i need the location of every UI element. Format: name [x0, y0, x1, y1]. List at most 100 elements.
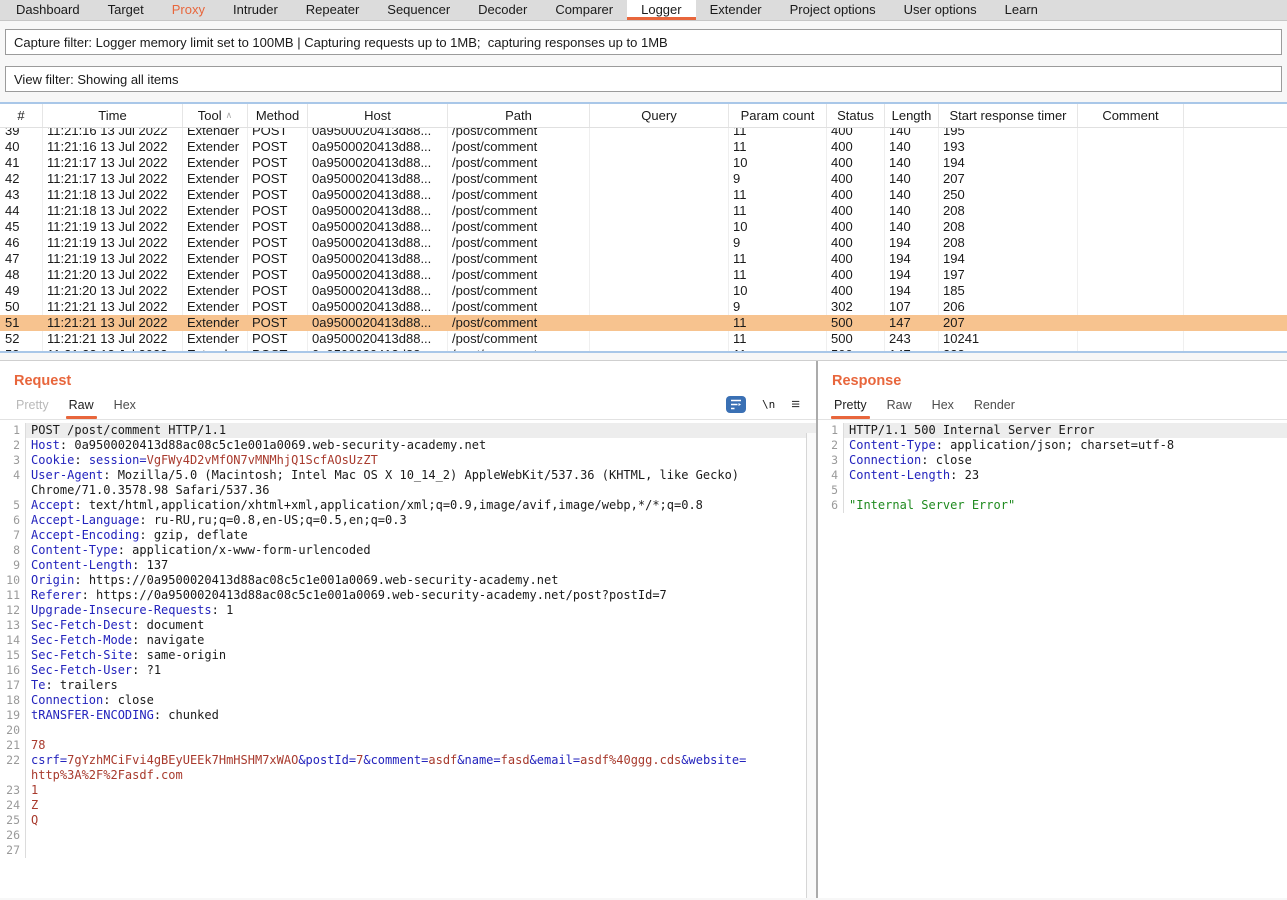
table-row[interactable]: 4411:21:18 13 Jul 2022ExtenderPOST0a9500… [0, 203, 1287, 219]
menu-item-intruder[interactable]: Intruder [219, 0, 292, 20]
code-segment: Mozilla/5.0 (Macintosh; Intel Mac OS X 1… [118, 468, 739, 482]
table-row[interactable]: 5311:21:22 13 Jul 2022ExtenderPOST0a9500… [0, 347, 1287, 351]
response-tab-render[interactable]: Render [964, 393, 1025, 419]
table-row[interactable]: 4811:21:20 13 Jul 2022ExtenderPOST0a9500… [0, 267, 1287, 283]
response-tab-hex[interactable]: Hex [922, 393, 964, 419]
line-number: 12 [0, 603, 26, 618]
table-cell-filler [1184, 171, 1287, 187]
newline-toggle-icon[interactable]: \n [762, 398, 775, 411]
code-line: 22csrf=7gYzhMCiFvi4gBEyUEEk7HmHSHM7xWAO&… [0, 753, 816, 768]
table-cell [1078, 128, 1184, 139]
table-cell: 194 [885, 235, 939, 251]
table-row[interactable]: 4111:21:17 13 Jul 2022ExtenderPOST0a9500… [0, 155, 1287, 171]
table-cell: 0a9500020413d88... [308, 128, 448, 139]
table-cell: 207 [939, 315, 1078, 331]
column-header-start-response-timer[interactable]: Start response timer [939, 104, 1078, 127]
column-header-path[interactable]: Path [448, 104, 590, 127]
table-cell [590, 347, 729, 351]
request-editor-scrollbar[interactable] [806, 433, 816, 898]
table-cell: 46 [0, 235, 43, 251]
response-editor[interactable]: 1HTTP/1.1 500 Internal Server Error2Cont… [818, 419, 1287, 898]
code-line-text: POST /post/comment HTTP/1.1 [26, 423, 816, 438]
menu-item-extender[interactable]: Extender [696, 0, 776, 20]
menu-item-user-options[interactable]: User options [890, 0, 991, 20]
table-row[interactable]: 4611:21:19 13 Jul 2022ExtenderPOST0a9500… [0, 235, 1287, 251]
table-cell-filler [1184, 347, 1287, 351]
table-row[interactable]: 4211:21:17 13 Jul 2022ExtenderPOST0a9500… [0, 171, 1287, 187]
table-cell: Extender [183, 251, 248, 267]
column-header-method[interactable]: Method [248, 104, 308, 127]
table-cell: /post/comment [448, 155, 590, 171]
table-cell: 0a9500020413d88... [308, 155, 448, 171]
code-line-text: Chrome/71.0.3578.98 Safari/537.36 [26, 483, 816, 498]
column-header-query[interactable]: Query [590, 104, 729, 127]
table-cell [590, 171, 729, 187]
table-row[interactable]: 4511:21:19 13 Jul 2022ExtenderPOST0a9500… [0, 219, 1287, 235]
column-header-comment[interactable]: Comment [1078, 104, 1184, 127]
code-segment: close [936, 453, 972, 467]
table-row[interactable]: 4911:21:20 13 Jul 2022ExtenderPOST0a9500… [0, 283, 1287, 299]
table-row[interactable]: 5211:21:21 13 Jul 2022ExtenderPOST0a9500… [0, 331, 1287, 347]
code-segment: HTTP/1.1 500 Internal Server Error [849, 423, 1095, 437]
menu-item-proxy[interactable]: Proxy [158, 0, 219, 20]
wrap-lines-icon[interactable] [726, 396, 746, 413]
view-filter-bar[interactable]: View filter: Showing all items [5, 66, 1282, 92]
menu-item-dashboard[interactable]: Dashboard [2, 0, 94, 20]
code-segment: : [132, 558, 146, 572]
table-cell: 243 [885, 331, 939, 347]
menu-item-logger[interactable]: Logger [627, 0, 695, 20]
column-header-status[interactable]: Status [827, 104, 885, 127]
column-header-param-count[interactable]: Param count [729, 104, 827, 127]
menu-item-project-options[interactable]: Project options [776, 0, 890, 20]
request-editor[interactable]: 1POST /post/comment HTTP/1.12Host: 0a950… [0, 419, 816, 898]
table-cell: POST [248, 203, 308, 219]
column-header-tool[interactable]: Tool∧ [183, 104, 248, 127]
request-tab-raw[interactable]: Raw [59, 393, 104, 419]
column-header-time[interactable]: Time [43, 104, 183, 127]
column-header-label: Comment [1102, 108, 1158, 123]
table-row[interactable]: 3911:21:16 13 Jul 2022ExtenderPOST0a9500… [0, 128, 1287, 139]
response-tab-raw[interactable]: Raw [877, 393, 922, 419]
table-cell: 11:21:21 13 Jul 2022 [43, 331, 183, 347]
column-header-length[interactable]: Length [885, 104, 939, 127]
response-tab-pretty[interactable]: Pretty [824, 393, 877, 419]
request-editor-toolbar: \n ≡ [726, 396, 804, 419]
table-cell: 140 [885, 155, 939, 171]
request-tab-pretty[interactable]: Pretty [6, 393, 59, 419]
table-cell: POST [248, 128, 308, 139]
request-tab-hex[interactable]: Hex [104, 393, 146, 419]
line-number: 1 [818, 423, 844, 438]
code-line-text: Connection: close [844, 453, 1287, 468]
code-line-text: 78 [26, 738, 816, 753]
table-row[interactable]: 5111:21:21 13 Jul 2022ExtenderPOST0a9500… [0, 315, 1287, 331]
code-line: Chrome/71.0.3578.98 Safari/537.36 [0, 483, 816, 498]
column-header-host[interactable]: Host [308, 104, 448, 127]
table-cell-filler [1184, 155, 1287, 171]
table-cell: /post/comment [448, 203, 590, 219]
table-row[interactable]: 4011:21:16 13 Jul 2022ExtenderPOST0a9500… [0, 139, 1287, 155]
column-header-number[interactable]: # [0, 104, 43, 127]
code-segment: document [147, 618, 205, 632]
table-cell: 52 [0, 331, 43, 347]
table-cell: 140 [885, 171, 939, 187]
menu-item-sequencer[interactable]: Sequencer [373, 0, 464, 20]
table-row[interactable]: 5011:21:21 13 Jul 2022ExtenderPOST0a9500… [0, 299, 1287, 315]
menu-item-repeater[interactable]: Repeater [292, 0, 373, 20]
table-cell: 0a9500020413d88... [308, 315, 448, 331]
table-cell: Extender [183, 315, 248, 331]
table-cell: 208 [939, 235, 1078, 251]
capture-filter-bar[interactable]: Capture filter: Logger memory limit set … [5, 29, 1282, 55]
menu-item-target[interactable]: Target [94, 0, 158, 20]
code-segment: http%3A%2F%2Fasdf.com [31, 768, 183, 782]
table-cell [590, 187, 729, 203]
table-cell: /post/comment [448, 251, 590, 267]
menu-item-learn[interactable]: Learn [991, 0, 1052, 20]
table-cell: 500 [827, 315, 885, 331]
editor-menu-icon[interactable]: ≡ [791, 399, 800, 411]
line-number: 6 [0, 513, 26, 528]
menu-item-decoder[interactable]: Decoder [464, 0, 541, 20]
code-line: 4Content-Length: 23 [818, 468, 1287, 483]
table-row[interactable]: 4711:21:19 13 Jul 2022ExtenderPOST0a9500… [0, 251, 1287, 267]
table-row[interactable]: 4311:21:18 13 Jul 2022ExtenderPOST0a9500… [0, 187, 1287, 203]
menu-item-comparer[interactable]: Comparer [541, 0, 627, 20]
